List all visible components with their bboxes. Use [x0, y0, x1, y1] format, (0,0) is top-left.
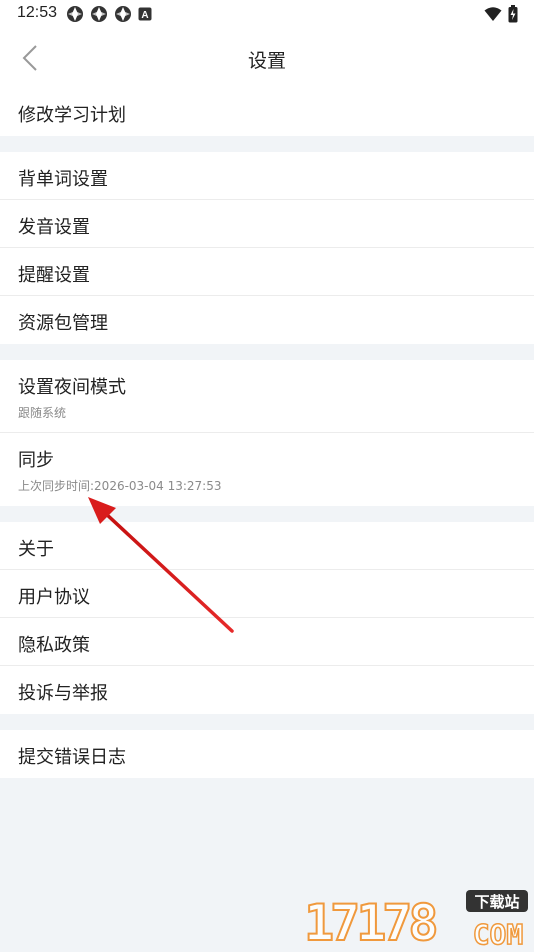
- settings-item-privacy-policy[interactable]: 隐私政策: [0, 618, 534, 666]
- section-gap: [0, 136, 534, 152]
- settings-item-label: 资源包管理: [18, 313, 108, 334]
- settings-item-label: 修改学习计划: [18, 105, 126, 126]
- settings-item-study-plan[interactable]: 修改学习计划: [0, 88, 534, 136]
- watermark-logo: 17178 下载站 COM: [302, 888, 532, 952]
- settings-group-learning: 背单词设置 发音设置 提醒设置 资源包管理: [0, 152, 534, 344]
- settings-item-label: 提交错误日志: [18, 747, 126, 768]
- settings-group-feedback: 提交错误日志: [0, 730, 534, 778]
- settings-item-complaint-report[interactable]: 投诉与举报: [0, 666, 534, 714]
- watermark-domain: COM: [473, 918, 524, 948]
- last-sync-time: 上次同步时间:2026-03-04 13:27:53: [18, 479, 222, 493]
- settings-item-subtitle: 跟随系统: [18, 406, 67, 420]
- section-gap: [0, 714, 534, 730]
- badge-letter: A: [141, 10, 148, 21]
- nav-bar: 设置: [0, 28, 534, 88]
- watermark-tag: 下载站: [474, 893, 519, 911]
- settings-item-label: 用户协议: [18, 587, 90, 608]
- settings-item-reminder[interactable]: 提醒设置: [0, 248, 534, 296]
- watermark-number: 17178: [304, 894, 435, 948]
- app-notification-icon: [91, 6, 107, 22]
- settings-item-pronunciation[interactable]: 发音设置: [0, 200, 534, 248]
- accessibility-badge-icon: A: [138, 7, 152, 21]
- settings-group-system: 设置夜间模式 跟随系统 同步 上次同步时间:2026-03-04 13:27:5…: [0, 360, 534, 506]
- settings-item-label: 背单词设置: [18, 169, 108, 190]
- notification-icons: A: [66, 5, 152, 23]
- settings-item-night-mode[interactable]: 设置夜间模式 跟随系统: [0, 360, 534, 433]
- app-notification-icon: [115, 6, 131, 22]
- status-bar: 12:53 A: [0, 0, 534, 28]
- app-notification-icon: [67, 6, 83, 22]
- settings-item-label: 提醒设置: [18, 265, 90, 286]
- settings-list: 修改学习计划 背单词设置 发音设置 提醒设置 资源包管理 设置夜间模式 跟随系统…: [0, 88, 534, 778]
- settings-item-word-settings[interactable]: 背单词设置: [0, 152, 534, 200]
- settings-item-label: 设置夜间模式: [18, 377, 126, 398]
- battery-charging-icon: [508, 5, 518, 23]
- settings-item-user-agreement[interactable]: 用户协议: [0, 570, 534, 618]
- settings-item-submit-error-log[interactable]: 提交错误日志: [0, 730, 534, 778]
- status-time: 12:53: [17, 4, 58, 21]
- section-gap: [0, 506, 534, 522]
- settings-group-legal: 关于 用户协议 隐私政策 投诉与举报: [0, 522, 534, 714]
- settings-item-label: 隐私政策: [18, 635, 90, 656]
- settings-item-label: 发音设置: [18, 217, 90, 238]
- wifi-icon: [484, 7, 502, 21]
- settings-group-plan: 修改学习计划: [0, 88, 534, 136]
- settings-item-label: 关于: [18, 539, 54, 560]
- settings-item-label: 投诉与举报: [18, 683, 108, 704]
- settings-item-resource-packs[interactable]: 资源包管理: [0, 296, 534, 344]
- page-title: 设置: [247, 50, 286, 72]
- system-indicators: [484, 5, 518, 23]
- settings-item-sync[interactable]: 同步 上次同步时间:2026-03-04 13:27:53: [0, 433, 534, 506]
- settings-item-about[interactable]: 关于: [0, 522, 534, 570]
- section-gap: [0, 344, 534, 360]
- settings-item-label: 同步: [18, 450, 54, 471]
